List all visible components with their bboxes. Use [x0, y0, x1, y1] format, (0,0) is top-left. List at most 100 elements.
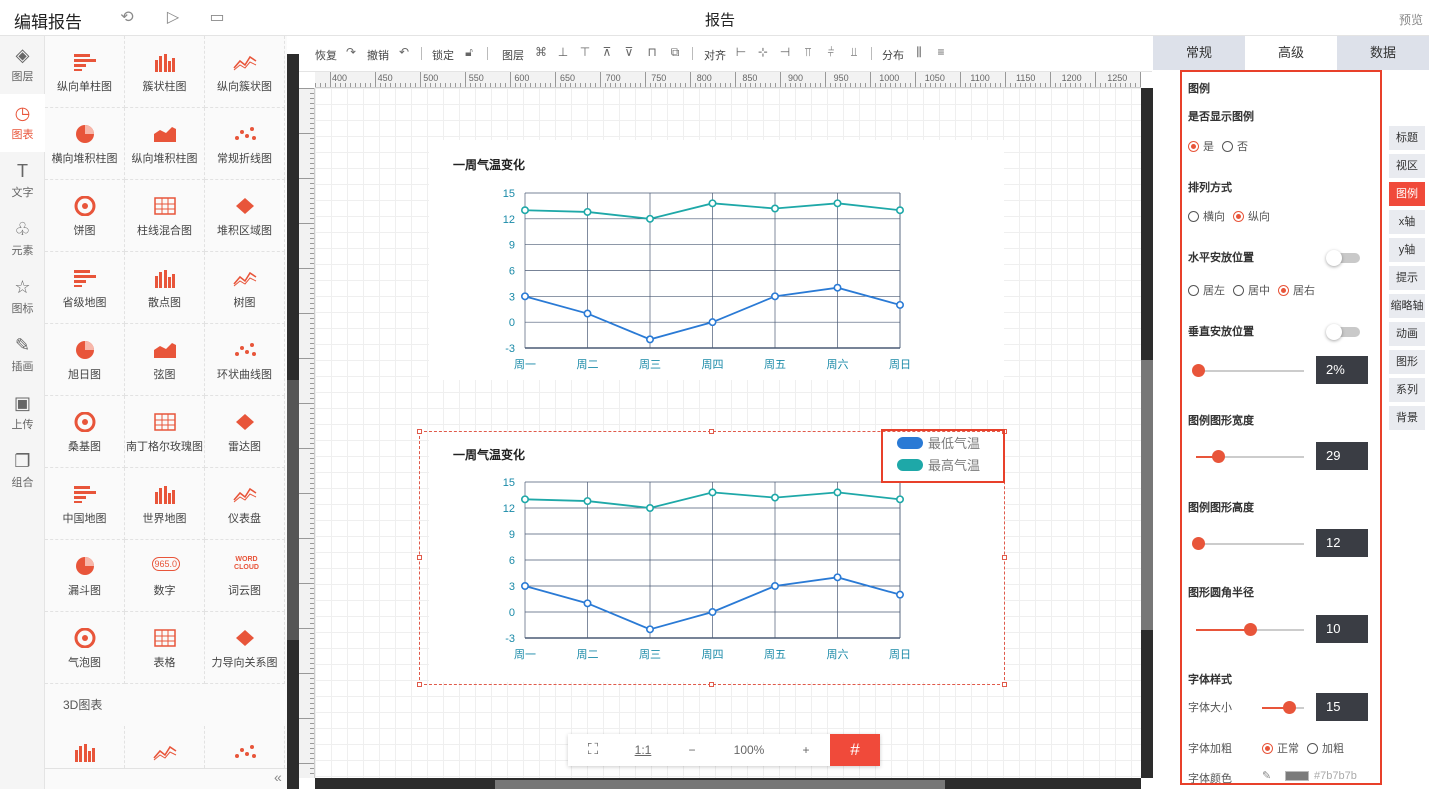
h-pos-toggle[interactable]	[1326, 250, 1360, 266]
lock-icon[interactable]: 🔓︎	[462, 45, 476, 59]
layer-top-icon[interactable]: ⊼	[600, 45, 614, 59]
layer-bottom-icon[interactable]: ⊽	[622, 45, 636, 59]
data-point[interactable]	[521, 292, 530, 301]
palette-item[interactable]: 965.0 数字	[125, 540, 205, 612]
palette-3d-item[interactable]	[45, 726, 125, 768]
data-point[interactable]	[708, 199, 717, 208]
font-color-swatch[interactable]	[1285, 771, 1309, 781]
item-height-slider[interactable]	[1192, 537, 1304, 550]
data-point[interactable]	[583, 309, 592, 318]
resize-handle-w[interactable]	[417, 555, 422, 560]
rail-item-7[interactable]: ❐ 组合	[0, 442, 45, 500]
resize-handle-sw[interactable]	[417, 682, 422, 687]
palette-item[interactable]: 力导向关系图	[205, 612, 285, 684]
data-point[interactable]	[833, 283, 842, 292]
property-tab-0[interactable]: 常规	[1153, 36, 1245, 70]
grid-toggle-icon[interactable]: #	[830, 734, 880, 766]
slider-knob[interactable]	[1244, 623, 1257, 636]
palette-item[interactable]: WORD CLOUD 词云图	[205, 540, 285, 612]
property-tab-2[interactable]: 数据	[1337, 36, 1429, 70]
slider-knob[interactable]	[1192, 537, 1206, 550]
radio-button[interactable]	[1233, 211, 1244, 222]
palette-3d-item[interactable]	[125, 726, 205, 768]
side-tab-9[interactable]: 系列	[1389, 378, 1425, 402]
align-bottom-icon[interactable]: ⫫	[847, 45, 861, 59]
one-to-one-button[interactable]: 1:1	[618, 734, 668, 766]
font-color-value[interactable]: #7b7b7b	[1314, 770, 1357, 782]
font-size-input[interactable]: 15	[1316, 693, 1368, 721]
rail-item-6[interactable]: ▣ 上传	[0, 384, 45, 442]
align-left-icon[interactable]: ⊢	[734, 45, 748, 59]
align-hcenter-icon[interactable]: ⊹	[756, 45, 770, 59]
palette-item[interactable]: 饼图	[45, 180, 125, 252]
side-tab-4[interactable]: y轴	[1389, 238, 1425, 262]
side-tab-10[interactable]: 背景	[1389, 406, 1425, 430]
canvas-vscroll-thumb[interactable]	[1141, 360, 1153, 630]
align-vcenter-icon[interactable]: ⫩	[824, 45, 838, 59]
radio-button[interactable]	[1233, 285, 1244, 296]
palette-3d-item[interactable]	[205, 726, 285, 768]
collapse-icon[interactable]: «	[274, 769, 282, 785]
back-icon[interactable]: ⟲	[117, 8, 137, 28]
item-height-input[interactable]: 12	[1316, 529, 1368, 557]
lock-label[interactable]: 锁定	[432, 47, 454, 63]
palette-item[interactable]: 桑基图	[45, 396, 125, 468]
palette-item[interactable]: 横向堆积柱图	[45, 108, 125, 180]
delete-icon[interactable]: ⊓	[645, 45, 659, 59]
data-point[interactable]	[646, 214, 655, 223]
palette-item[interactable]: 气泡图	[45, 612, 125, 684]
data-point[interactable]	[895, 206, 904, 215]
resize-handle-e[interactable]	[1002, 555, 1007, 560]
palette-item[interactable]: 弦图	[125, 324, 205, 396]
undo-label[interactable]: 撤销	[367, 47, 389, 63]
fit-screen-icon[interactable]: ⛶	[568, 734, 618, 766]
palette-item[interactable]: 南丁格尔玫瑰图	[125, 396, 205, 468]
data-point[interactable]	[770, 204, 779, 213]
item-width-input[interactable]: 29	[1316, 442, 1368, 470]
data-point[interactable]	[895, 300, 904, 309]
slider-knob[interactable]	[1192, 364, 1206, 377]
side-tab-3[interactable]: x轴	[1389, 210, 1425, 234]
radio-button[interactable]	[1307, 743, 1318, 754]
radio-button[interactable]	[1278, 285, 1289, 296]
data-point[interactable]	[583, 207, 592, 216]
radio-button[interactable]	[1222, 141, 1233, 152]
v-pos-input[interactable]: 2%	[1316, 356, 1368, 384]
palette-item[interactable]: 纵向堆积柱图	[125, 108, 205, 180]
undo-icon[interactable]: ↶	[397, 45, 411, 59]
save-icon[interactable]: ▭	[207, 8, 227, 28]
palette-item[interactable]: 纵向单柱图	[45, 36, 125, 108]
side-tab-7[interactable]: 动画	[1389, 322, 1425, 346]
redo-label[interactable]: 恢复	[315, 47, 337, 63]
rail-item-0[interactable]: ◈ 图层	[0, 36, 45, 94]
rail-item-1[interactable]: ◷ 图表	[0, 94, 45, 152]
data-point[interactable]	[833, 199, 842, 208]
radio-button[interactable]	[1188, 285, 1199, 296]
redo-icon[interactable]: ↷	[344, 45, 358, 59]
preview-button[interactable]: 预览	[1399, 11, 1423, 28]
palette-item[interactable]: 纵向簇状图	[205, 36, 285, 108]
side-tab-1[interactable]: 视区	[1389, 154, 1425, 178]
rail-item-4[interactable]: ☆ 图标	[0, 268, 45, 326]
rail-item-3[interactable]: ♧ 元素	[0, 210, 45, 268]
distribute-h-icon[interactable]: ⫼	[912, 45, 926, 59]
radius-input[interactable]: 10	[1316, 615, 1368, 643]
palette-item[interactable]: 常规折线图	[205, 108, 285, 180]
slider-knob[interactable]	[1283, 701, 1297, 714]
resize-handle-nw[interactable]	[417, 429, 422, 434]
resize-handle-n[interactable]	[709, 429, 714, 434]
palette-item[interactable]: 堆积区域图	[205, 180, 285, 252]
align-top-icon[interactable]: ⫪	[801, 45, 815, 59]
resize-handle-s[interactable]	[709, 682, 714, 687]
palette-item[interactable]: 树图	[205, 252, 285, 324]
data-point[interactable]	[521, 206, 530, 215]
align-right-icon[interactable]: ⊣	[778, 45, 792, 59]
distribute-v-icon[interactable]: ≡	[934, 45, 948, 59]
palette-item[interactable]: 中国地图	[45, 468, 125, 540]
palette-item[interactable]: 柱线混合图	[125, 180, 205, 252]
font-size-slider[interactable]	[1262, 701, 1304, 714]
v-pos-toggle[interactable]	[1326, 324, 1360, 340]
v-pos-slider[interactable]	[1192, 364, 1304, 377]
copy-icon[interactable]: ⧉	[668, 45, 682, 59]
side-tab-2[interactable]: 图例	[1389, 182, 1425, 206]
